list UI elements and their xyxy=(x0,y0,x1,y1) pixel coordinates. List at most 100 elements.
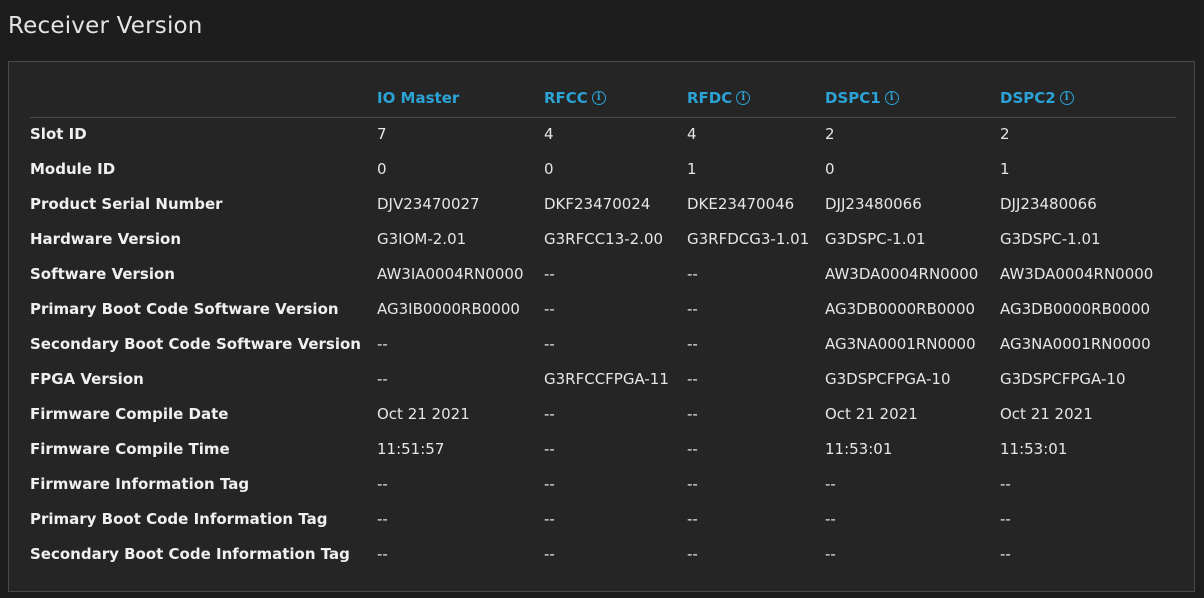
table-cell: 0 xyxy=(825,159,835,178)
row-label: Primary Boot Code Information Tag xyxy=(30,509,328,528)
table-body: Slot ID 7 4 4 2 2 Module ID 0 0 1 0 1 Product Serial… xyxy=(30,117,1176,571)
column-header-empty xyxy=(30,79,377,118)
table-cell: 7 xyxy=(377,125,387,144)
receiver-version-table: IO Master RFCC i RFDC i DSPC1 i DSPC2 i Slot ID 7… xyxy=(30,79,1176,571)
table-cell: -- xyxy=(1000,544,1011,563)
table-cell: 1 xyxy=(687,159,697,178)
table-cell: AG3NA0001RN0000 xyxy=(825,334,976,353)
row-label: FPGA Version xyxy=(30,369,144,388)
table-cell: -- xyxy=(687,404,698,423)
table-cell: -- xyxy=(825,544,836,563)
table-cell: AG3IB0000RB0000 xyxy=(377,299,520,318)
row-label: Software Version xyxy=(30,264,175,283)
table-row: Module ID 0 0 1 0 1 xyxy=(30,151,1176,186)
column-header-rfdc: RFDC i xyxy=(687,79,825,118)
table-cell: 11:53:01 xyxy=(825,439,893,458)
table-cell: 0 xyxy=(544,159,554,178)
table-cell: DJJ23480066 xyxy=(1000,194,1097,213)
table-cell: G3DSPC-1.01 xyxy=(1000,229,1101,248)
table-cell: -- xyxy=(1000,474,1011,493)
table-row: FPGA Version -- G3RFCCFPGA-11 -- G3DSPCFPGA-… xyxy=(30,361,1176,396)
table-cell: -- xyxy=(1000,509,1011,528)
column-header-wrap: DSPC1 i xyxy=(825,89,899,107)
column-header-rfcc: RFCC i xyxy=(544,79,687,118)
info-icon[interactable]: i xyxy=(884,90,899,105)
row-label: Firmware Compile Time xyxy=(30,439,230,458)
info-icon[interactable]: i xyxy=(736,90,751,105)
column-header-label: RFDC xyxy=(687,88,733,107)
column-header-wrap: DSPC2 i xyxy=(1000,89,1074,107)
row-label: Hardware Version xyxy=(30,229,181,248)
table-cell: -- xyxy=(687,299,698,318)
table-cell: 11:51:57 xyxy=(377,439,445,458)
info-icon[interactable]: i xyxy=(591,90,606,105)
table-cell: AG3NA0001RN0000 xyxy=(1000,334,1151,353)
table-cell: -- xyxy=(687,509,698,528)
table-row: Software Version AW3IA0004RN0000 -- -- AW3DA… xyxy=(30,256,1176,291)
table-cell: -- xyxy=(687,334,698,353)
table-cell: -- xyxy=(825,509,836,528)
table-cell: 4 xyxy=(687,125,697,144)
table-cell: 11:53:01 xyxy=(1000,439,1068,458)
column-header-io-master: IO Master xyxy=(377,79,544,118)
table-cell: 2 xyxy=(825,125,835,144)
column-header-label: RFCC xyxy=(544,88,588,107)
table-cell: -- xyxy=(377,369,388,388)
table-cell: -- xyxy=(377,509,388,528)
column-header-wrap: IO Master xyxy=(377,89,459,107)
column-header-label: DSPC1 xyxy=(825,88,881,107)
column-header-wrap: RFDC i xyxy=(687,88,751,107)
table-cell: G3DSPCFPGA-10 xyxy=(1000,369,1126,388)
table-cell: G3RFCCFPGA-11 xyxy=(544,369,669,388)
table-cell: G3DSPC-1.01 xyxy=(825,229,926,248)
row-label: Secondary Boot Code Information Tag xyxy=(30,544,350,563)
table-row: Firmware Information Tag -- -- -- -- -- xyxy=(30,466,1176,501)
table-cell: AG3DB0000RB0000 xyxy=(1000,299,1151,318)
table-cell: Oct 21 2021 xyxy=(377,404,470,423)
table-cell: G3RFCC13-2.00 xyxy=(544,229,664,248)
table-row: Firmware Compile Time 11:51:57 -- -- 11:53:0… xyxy=(30,431,1176,466)
table-cell: G3IOM-2.01 xyxy=(377,229,467,248)
table-cell: -- xyxy=(544,439,555,458)
table-cell: -- xyxy=(687,369,698,388)
info-icon[interactable]: i xyxy=(1059,90,1074,105)
table-cell: AG3DB0000RB0000 xyxy=(825,299,976,318)
table-cell: -- xyxy=(544,264,555,283)
column-header-wrap: RFCC i xyxy=(544,89,606,107)
page-title: Receiver Version xyxy=(8,13,203,39)
row-label: Module ID xyxy=(30,159,116,178)
table-cell: -- xyxy=(687,439,698,458)
row-label: Secondary Boot Code Software Version xyxy=(30,334,361,353)
row-label: Primary Boot Code Software Version xyxy=(30,299,339,318)
table-cell: -- xyxy=(544,474,555,493)
table-cell: 2 xyxy=(1000,125,1010,144)
table-cell: AW3IA0004RN0000 xyxy=(377,264,524,283)
table-header-row: IO Master RFCC i RFDC i DSPC1 i DSPC2 i xyxy=(30,79,1176,118)
table-row: Hardware Version G3IOM-2.01 G3RFCC13-2.00 G… xyxy=(30,221,1176,256)
table-row: Slot ID 7 4 4 2 2 xyxy=(30,117,1176,151)
table-row: Primary Boot Code Software Version AG3IB0… xyxy=(30,291,1176,326)
table-row: Secondary Boot Code Information Tag -- -- -… xyxy=(30,536,1176,571)
table-cell: -- xyxy=(544,509,555,528)
table-row: Secondary Boot Code Software Version -- --… xyxy=(30,326,1176,361)
table-cell: 4 xyxy=(544,125,554,144)
table-row: Product Serial Number DJV23470027 DKF23470… xyxy=(30,186,1176,221)
table-cell: 1 xyxy=(1000,159,1010,178)
receiver-version-panel: IO Master RFCC i RFDC i DSPC1 i DSPC2 i Slot ID 7… xyxy=(8,61,1195,592)
table-cell: -- xyxy=(825,474,836,493)
row-label: Slot ID xyxy=(30,125,87,144)
column-header-label: DSPC2 xyxy=(1000,88,1056,107)
table-cell: G3DSPCFPGA-10 xyxy=(825,369,951,388)
column-header-dspc2: DSPC2 i xyxy=(1000,79,1176,118)
table-row: Firmware Compile Date Oct 21 2021 -- -- Oct … xyxy=(30,396,1176,431)
table-cell: -- xyxy=(377,474,388,493)
table-cell: -- xyxy=(544,404,555,423)
table-cell: DJJ23480066 xyxy=(825,194,922,213)
table-cell: AW3DA0004RN0000 xyxy=(825,264,979,283)
row-label: Firmware Information Tag xyxy=(30,474,250,493)
table-cell: AW3DA0004RN0000 xyxy=(1000,264,1154,283)
table-cell: -- xyxy=(687,264,698,283)
table-cell: DKF23470024 xyxy=(544,194,651,213)
row-label: Product Serial Number xyxy=(30,194,223,213)
row-label: Firmware Compile Date xyxy=(30,404,229,423)
